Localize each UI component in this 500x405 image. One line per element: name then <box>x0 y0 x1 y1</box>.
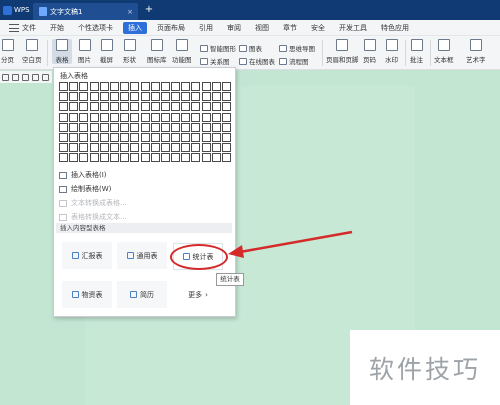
statistics-tooltip: 统计表 <box>216 273 244 286</box>
watermark-text: 软件技巧 <box>350 330 500 405</box>
